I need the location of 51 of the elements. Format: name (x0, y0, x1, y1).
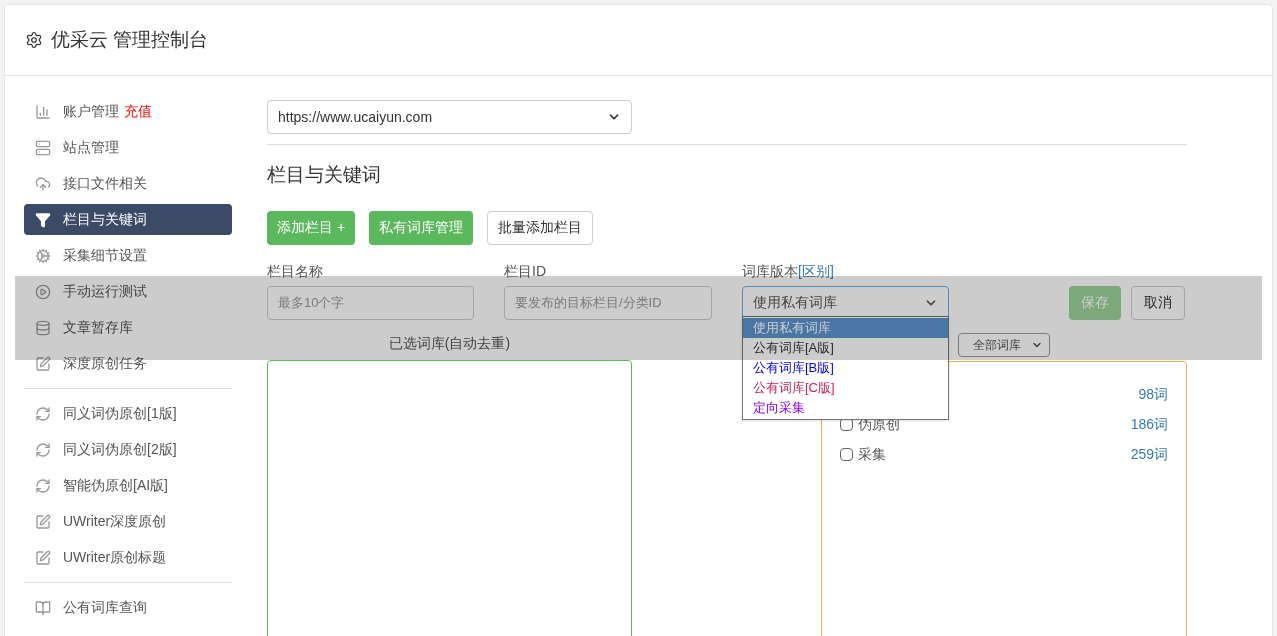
library-name: 采集 (858, 445, 886, 464)
sidebar-item[interactable]: 同义词伪原创[1版] (24, 398, 232, 429)
cancel-button[interactable]: 取消 (1131, 285, 1185, 320)
site-select[interactable]: https://www.ucaiyun.com (267, 100, 632, 134)
database-icon (35, 319, 51, 336)
word-count: 98词 (1138, 385, 1168, 404)
box-label: 已选词库(自动去重) (388, 333, 511, 353)
word-count: 259词 (1130, 445, 1168, 464)
sidebar-item[interactable]: 栏目与关键词 (24, 204, 232, 235)
sidebar-item[interactable]: 账户管理 充值 (24, 96, 232, 127)
sidebar-item[interactable]: 采集细节设置 (24, 240, 232, 271)
sidebar-item[interactable]: 站点管理 (24, 132, 232, 163)
dropdown-option[interactable]: 定向采集 (743, 397, 948, 418)
cloud-upload-icon (35, 175, 51, 192)
bar-chart-icon (35, 103, 51, 120)
refresh-icon (35, 405, 51, 422)
sidebar-item[interactable]: 文章暂存库 (24, 312, 232, 343)
edit-icon (35, 355, 51, 372)
edit-icon (35, 549, 51, 566)
edit-icon (35, 513, 51, 530)
server-icon (35, 139, 51, 156)
dropdown-option[interactable]: 公有词库[A版] (743, 337, 948, 358)
recharge-link[interactable]: 充值 (124, 101, 152, 122)
word-count: 186词 (1130, 415, 1168, 434)
console-title: 优采云 管理控制台 (51, 27, 209, 52)
sidebar-item[interactable]: 深度原创任务 (24, 348, 232, 379)
dropdown-option[interactable]: 公有词库[C版] (743, 377, 948, 398)
book-icon (35, 599, 51, 616)
play-icon (35, 283, 51, 300)
settings-icon (25, 31, 43, 49)
sidebar-item[interactable]: UWriter原创标题 (24, 542, 232, 573)
sidebar-item[interactable]: UWriter深度原创 (24, 506, 232, 537)
name-field[interactable]: 最多10个字 (267, 285, 474, 320)
filter-icon (35, 211, 51, 228)
action-button[interactable]: 批量添加栏目 (487, 210, 594, 245)
sidebar-item[interactable]: 同义词伪原创[2版] (24, 434, 232, 465)
library-filter-select[interactable]: 全部词库 (958, 332, 1050, 357)
refresh-icon (35, 477, 51, 494)
sidebar-item[interactable]: 接口文件相关 (24, 168, 232, 199)
section-title: 栏目与关键词 (267, 163, 381, 187)
id-field[interactable]: 要发布的目标栏目/分类ID (504, 285, 712, 320)
field-label: 栏目名称 (267, 261, 323, 281)
dropdown-option[interactable]: 公有词库[B版] (743, 357, 948, 378)
library-checkbox[interactable] (840, 448, 853, 461)
sidebar-item[interactable]: 智能伪原创[AI版] (24, 470, 232, 501)
refresh-icon (35, 441, 51, 458)
sidebar-item[interactable]: 公有词库查询 (24, 592, 232, 623)
difference-link[interactable]: [区别] (798, 260, 834, 282)
field-label: 词库版本 (742, 261, 798, 281)
field-label: 栏目ID (504, 261, 546, 281)
sidebar-item[interactable]: 手动运行测试 (24, 276, 232, 307)
